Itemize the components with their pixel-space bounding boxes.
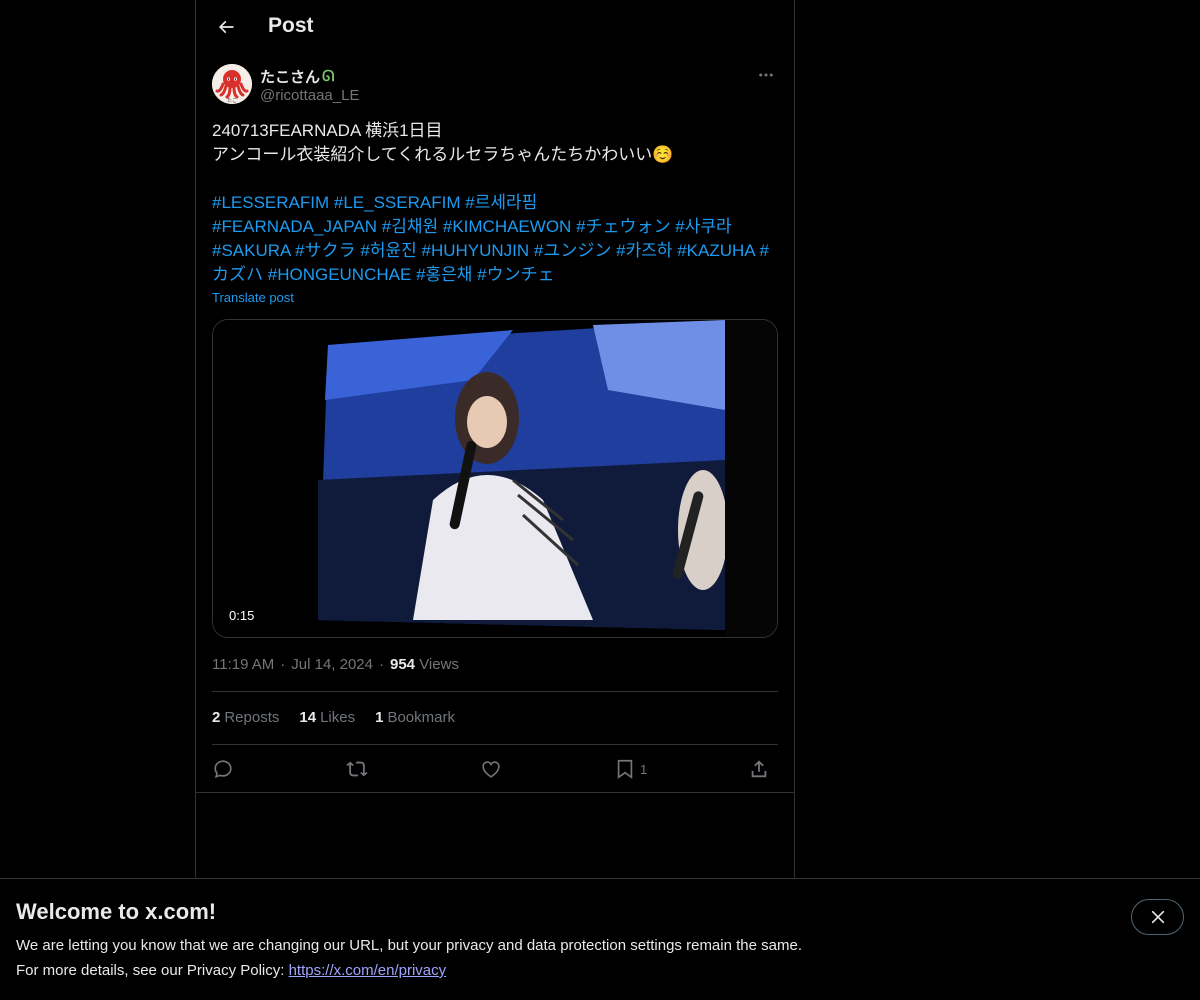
bookmark-button[interactable]: 1 — [614, 755, 647, 783]
hashtag[interactable]: #김채원 — [382, 217, 438, 236]
octopus-avatar-icon: たこ — [212, 64, 252, 104]
banner-privacy-line: For more details, see our Privacy Policy… — [16, 962, 446, 979]
hashtag[interactable]: #チェウォン — [576, 217, 670, 236]
hashtag[interactable]: #HUHYUNJIN — [421, 241, 529, 260]
back-button[interactable] — [208, 9, 244, 45]
privacy-policy-link[interactable]: https://x.com/en/privacy — [289, 962, 447, 979]
top-bar: Post — [196, 0, 794, 54]
hashtag-list: #LESSERAFIM #LE_SSERAFIM #르세라핌 #FEARNADA… — [212, 191, 780, 287]
banner-privacy-text: For more details, see our Privacy Policy… — [16, 962, 289, 979]
views: 954 Views — [390, 656, 459, 673]
more-icon — [759, 73, 773, 77]
post-stats: 2 Reposts 14 Likes 1 Bookmark — [212, 709, 455, 726]
name-emoji: ᘏ — [322, 68, 335, 85]
main-column: Post たこ たこさん ᘏ @ricottaaa_LE 240713FEARN… — [195, 0, 795, 1000]
reposts-count: 2 — [212, 709, 221, 726]
post-author: たこ たこさん ᘏ @ricottaaa_LE — [212, 64, 778, 108]
bookmarks-label: Bookmark — [387, 709, 455, 726]
hashtag[interactable]: #홍은채 — [416, 265, 472, 284]
post-meta: 11:19 AM · Jul 14, 2024 · 954 Views — [212, 656, 459, 673]
close-icon — [1151, 910, 1164, 924]
likes-count: 14 — [299, 709, 317, 726]
more-options-button[interactable] — [754, 64, 778, 86]
reposts-label: Reposts — [224, 709, 280, 726]
welcome-banner: Welcome to x.com! We are letting you kno… — [0, 878, 1200, 1000]
close-banner-button[interactable] — [1131, 899, 1184, 935]
post-line-2: アンコール衣装紹介してくれるルセラちゃんたちかわいい☺️ — [212, 145, 674, 164]
bookmarks-count: 1 — [375, 709, 384, 726]
video-frame — [213, 320, 777, 637]
hashtag[interactable]: #허윤진 — [360, 241, 416, 260]
display-name[interactable]: たこさん ᘏ — [260, 66, 334, 87]
hashtag[interactable]: #KIMCHAEWON — [443, 217, 571, 236]
bookmarks-stat[interactable]: 1 Bookmark — [375, 709, 455, 726]
hashtag[interactable]: #카즈하 — [616, 241, 672, 260]
likes-label: Likes — [320, 709, 356, 726]
hashtag[interactable]: #KAZUHA — [677, 241, 754, 260]
hashtag[interactable]: #ウンチェ — [477, 265, 554, 284]
divider — [212, 744, 778, 745]
hashtag[interactable]: #사쿠라 — [675, 217, 731, 236]
reply-icon — [214, 760, 232, 779]
share-button[interactable] — [748, 755, 770, 783]
hashtag[interactable]: #ユンジン — [534, 241, 611, 260]
post-line-1: 240713FEARNADA 横浜1日目 — [212, 121, 443, 140]
hashtag[interactable]: #サクラ — [295, 241, 355, 260]
post-text: 240713FEARNADA 横浜1日目 アンコール衣装紹介してくれるルセラちゃ… — [212, 119, 780, 167]
banner-message: We are letting you know that we are chan… — [16, 937, 802, 954]
video-player[interactable]: 0:15 — [212, 319, 778, 638]
page-title: Post — [268, 14, 314, 37]
avatar[interactable]: たこ — [212, 64, 252, 104]
divider — [196, 792, 794, 793]
heart-icon — [482, 761, 500, 778]
repost-icon — [346, 761, 368, 777]
hashtag[interactable]: #SAKURA — [212, 241, 290, 260]
reply-button[interactable] — [212, 755, 234, 783]
user-handle[interactable]: @ricottaaa_LE — [260, 87, 359, 104]
post-date[interactable]: Jul 14, 2024 — [291, 656, 373, 673]
svg-text:たこ: たこ — [227, 98, 237, 104]
hashtag[interactable]: #LESSERAFIM — [212, 193, 329, 212]
likes-stat[interactable]: 14 Likes — [299, 709, 355, 726]
like-button[interactable] — [480, 755, 502, 783]
meta-separator: · — [379, 656, 384, 673]
bookmark-count: 1 — [640, 761, 648, 777]
hashtag[interactable]: #FEARNADA_JAPAN — [212, 217, 377, 236]
banner-title: Welcome to x.com! — [16, 899, 217, 924]
hashtag[interactable]: #LE_SSERAFIM — [334, 193, 461, 212]
views-count: 954 — [390, 656, 416, 673]
divider — [212, 691, 778, 692]
hashtag[interactable]: #르세라핌 — [465, 193, 537, 212]
translate-post-link[interactable]: Translate post — [212, 290, 294, 305]
reposts-stat[interactable]: 2 Reposts — [212, 709, 279, 726]
views-label: Views — [419, 656, 459, 673]
arrow-left-icon — [218, 20, 234, 34]
bookmark-icon — [617, 759, 633, 779]
meta-separator: · — [280, 656, 286, 673]
action-bar: 1 — [212, 755, 778, 783]
video-duration: 0:15 — [223, 606, 261, 625]
hashtag[interactable]: #HONGEUNCHAE — [268, 265, 412, 284]
display-name-text: たこさん — [260, 69, 321, 86]
post-time[interactable]: 11:19 AM — [212, 656, 274, 673]
repost-button[interactable] — [346, 755, 368, 783]
share-icon — [751, 760, 767, 778]
